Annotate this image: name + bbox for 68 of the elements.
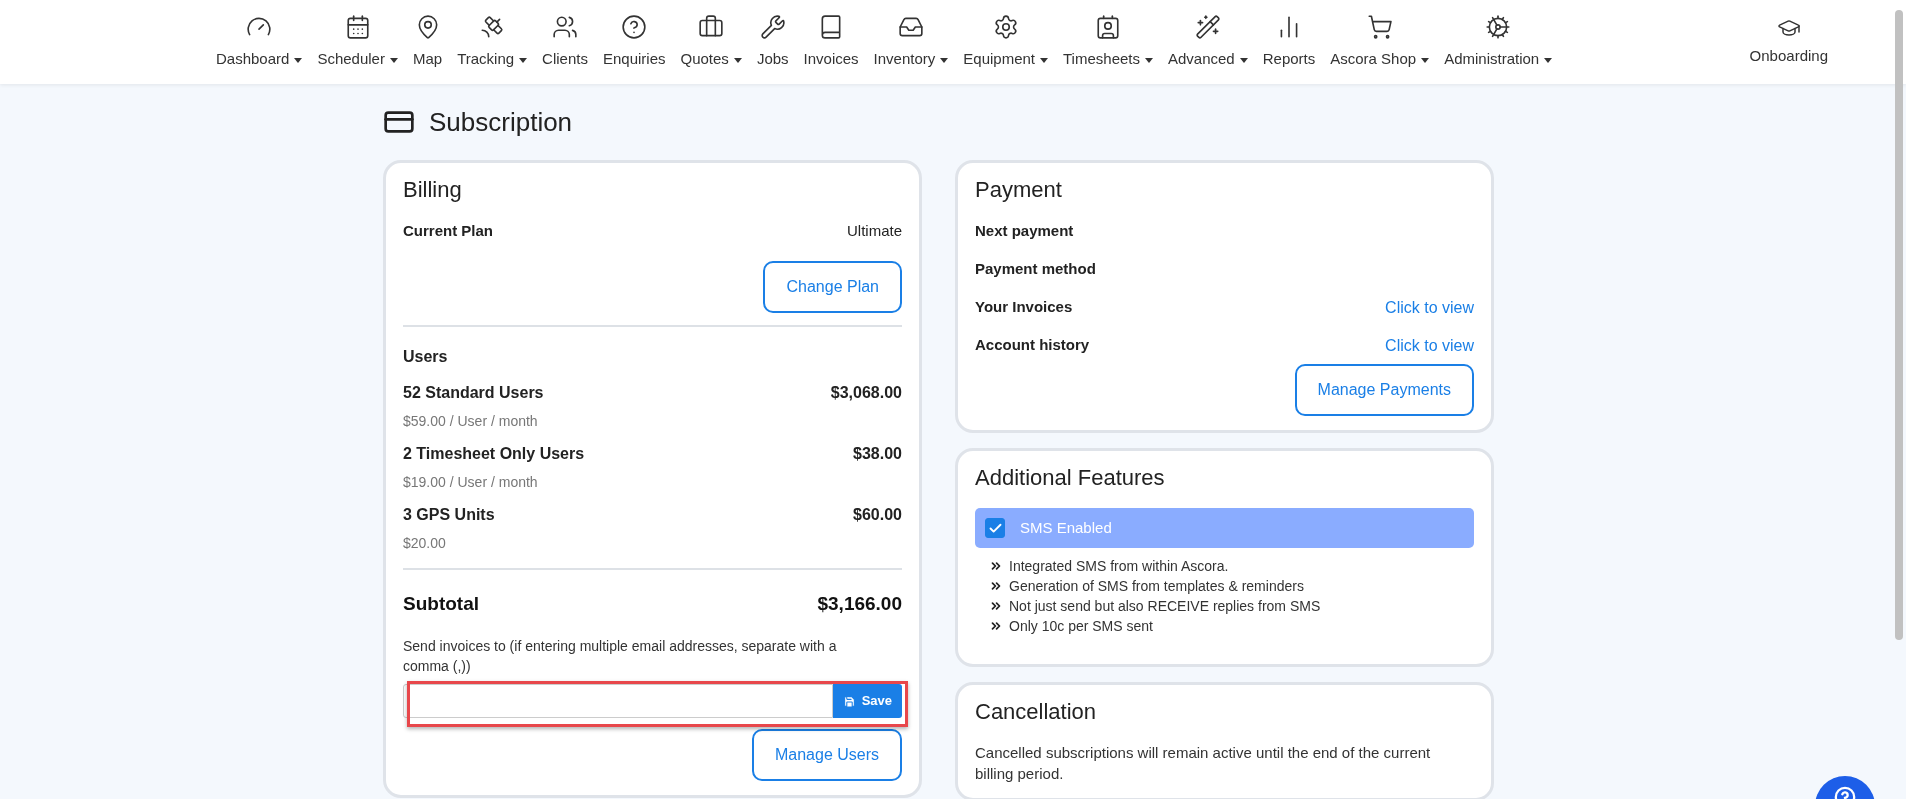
double-chevron-icon	[989, 599, 1003, 613]
nav-item[interactable]: Equipment	[957, 13, 1054, 71]
nav-item[interactable]: Scheduler	[311, 13, 404, 71]
line-item-price: $3,068.00	[830, 382, 902, 403]
magic-wand-icon	[1194, 13, 1221, 40]
subtotal-value: $3,166.00	[817, 591, 902, 616]
field-label: Current Plan	[403, 221, 493, 241]
manage-payments-button[interactable]: Manage Payments	[1294, 364, 1474, 416]
gear-icon	[992, 13, 1019, 40]
wrench-icon	[759, 13, 786, 40]
line-item-name: 3 GPS Units	[403, 504, 495, 525]
card-title: Billing	[403, 176, 463, 204]
card-title: Cancellation	[975, 698, 1098, 726]
contact-card-icon	[1095, 13, 1121, 40]
double-chevron-icon	[989, 559, 1003, 573]
view-link[interactable]: Click to view	[1385, 334, 1474, 358]
field-label: Payment method	[975, 259, 1096, 279]
nav-item[interactable]: Enquiries	[596, 13, 672, 71]
nav-item[interactable]: Quotes	[674, 13, 748, 71]
view-link[interactable]: Click to view	[1385, 296, 1474, 320]
feature-bullet-text: Generation of SMS from templates & reminders	[1009, 576, 1304, 596]
nav-item[interactable]: Inventory	[867, 13, 955, 71]
line-item-detail: $20.00	[403, 533, 447, 553]
nav-item[interactable]: Map	[406, 13, 449, 71]
nav-item[interactable]: Invoices	[797, 13, 865, 71]
nav-item[interactable]: Jobs	[750, 13, 795, 71]
line-item-detail: $19.00 / User / month	[403, 472, 539, 492]
question-icon	[621, 13, 648, 40]
line-item-name: 2 Timesheet Only Users	[403, 443, 585, 464]
nav-item[interactable]: Reports	[1256, 13, 1322, 71]
line-item-price: $60.00	[853, 504, 902, 525]
nav-item[interactable]: Advanced	[1162, 13, 1254, 71]
feature-label: SMS Enabled	[1020, 517, 1112, 538]
satellite-icon	[479, 13, 506, 40]
line-item-detail: $59.00 / User / month	[403, 411, 539, 431]
feature-bullet-text: Integrated SMS from within Ascora.	[1009, 556, 1229, 576]
line-item-name: 52 Standard Users	[403, 382, 544, 403]
calendar-icon	[344, 13, 371, 40]
nav-item[interactable]: Tracking	[451, 13, 534, 71]
nav-item[interactable]: Ascora Shop	[1324, 13, 1436, 71]
feature-bullet-text: Only 10c per SMS sent	[1009, 616, 1153, 636]
email-input-field[interactable]	[403, 684, 833, 718]
nav-item[interactable]: Clients	[536, 13, 594, 71]
change-plan-button[interactable]: Change Plan	[763, 260, 902, 313]
nav-item[interactable]: Timesheets	[1057, 13, 1159, 71]
save-button[interactable]: Save	[832, 684, 902, 718]
field-label: Account history	[975, 335, 1090, 355]
nav-item[interactable]: Onboarding	[1749, 16, 1828, 68]
card-title: Additional Features	[975, 464, 1166, 492]
people-icon	[552, 13, 578, 40]
checkbox[interactable]	[985, 518, 1005, 538]
nav-item[interactable]: Dashboard	[210, 13, 309, 71]
cancellation-text: Cancelled subscriptions will remain active until the end of the current billing period.	[975, 743, 1432, 784]
card-title: Payment	[975, 176, 1063, 204]
plan-value: Ultimate	[847, 221, 902, 241]
manage-users-button[interactable]: Manage Users	[751, 729, 902, 781]
double-chevron-icon	[989, 619, 1003, 633]
field-label: Your Invoices	[975, 297, 1073, 317]
page-title: Subscription	[429, 105, 573, 139]
cart-icon	[1366, 13, 1393, 40]
double-chevron-icon	[989, 579, 1003, 593]
nav-item[interactable]: Administration	[1438, 13, 1559, 71]
section-heading: Users	[403, 346, 449, 367]
line-item-price: $38.00	[853, 443, 902, 464]
subtotal-label: Subtotal	[403, 591, 479, 616]
field-label: Next payment	[975, 221, 1074, 241]
feature-bullet-text: Not just send but also RECEIVE replies from SMS	[1009, 596, 1321, 616]
field-label: Send invoices to (if entering multiple email addresses, separate with a comma (,))	[403, 637, 838, 676]
